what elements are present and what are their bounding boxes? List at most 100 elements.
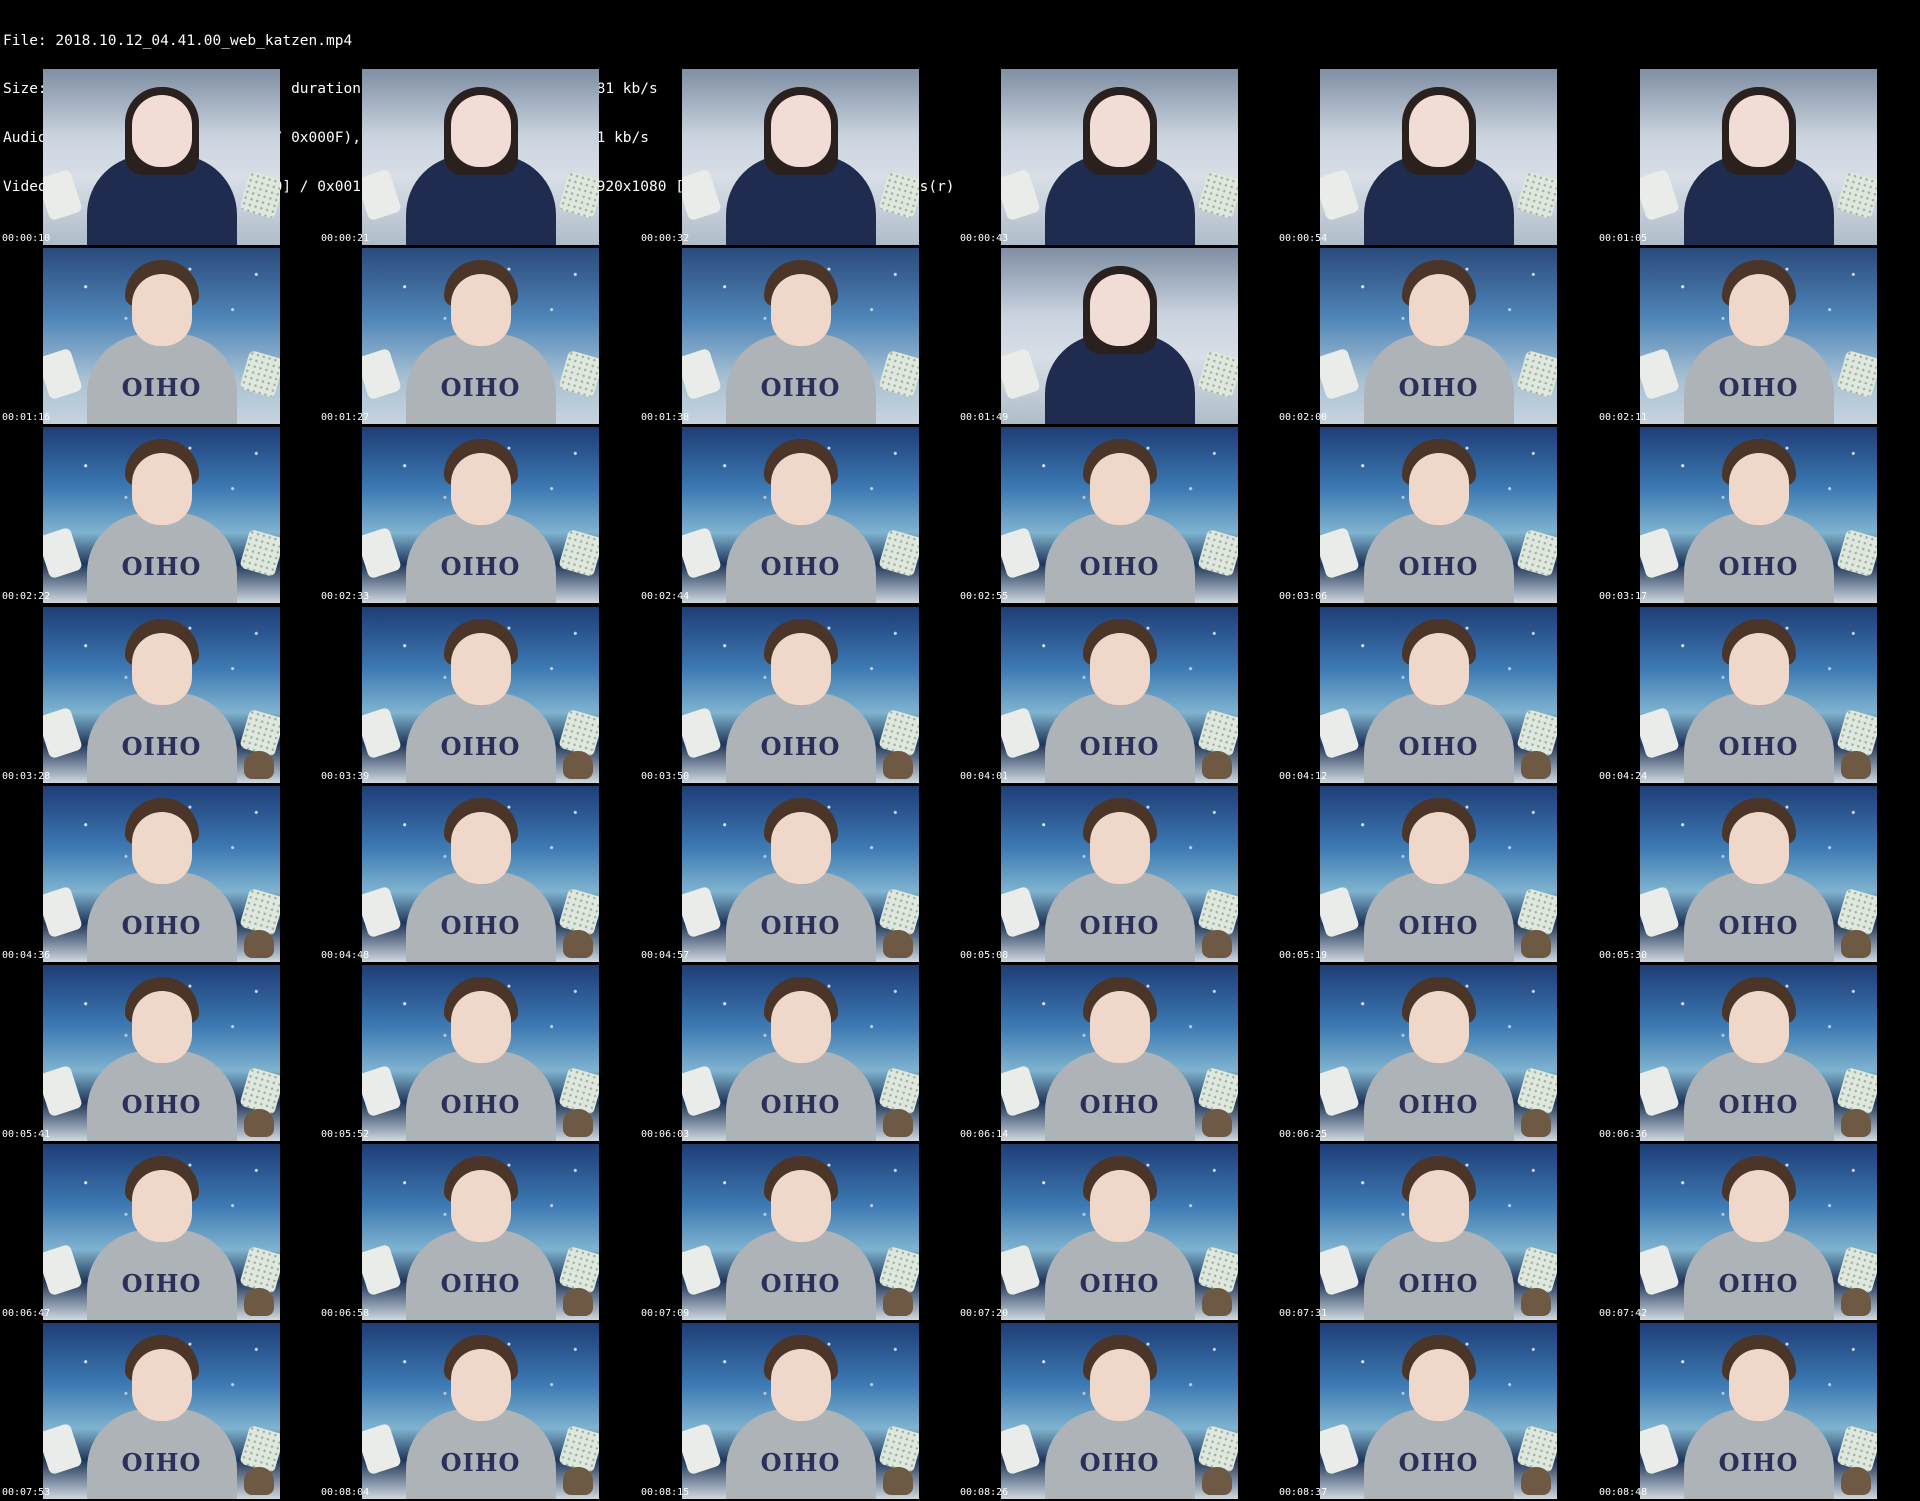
shirt-print: OIHO xyxy=(760,373,841,402)
video-frame[interactable]: OIHO xyxy=(1320,965,1557,1141)
thumbnail-cell[interactable]: OIHO 00:01:38 xyxy=(639,246,958,424)
video-frame[interactable]: OIHO xyxy=(1640,69,1877,245)
video-frame[interactable]: OIHO xyxy=(1320,69,1557,245)
thumbnail-cell[interactable]: OIHO 00:07:31 xyxy=(1277,1142,1596,1320)
thumbnail-cell[interactable]: OIHO 00:01:27 xyxy=(319,246,638,424)
video-frame[interactable]: OIHO xyxy=(1640,1323,1877,1499)
video-frame[interactable]: OIHO xyxy=(1001,248,1238,424)
video-frame[interactable]: OIHO xyxy=(1001,607,1238,783)
video-frame[interactable]: OIHO xyxy=(362,427,599,603)
person-figure: OIHO xyxy=(725,1150,876,1320)
video-frame[interactable]: OIHO xyxy=(682,1144,919,1320)
thumbnail-cell[interactable]: OIHO 00:00:32 xyxy=(639,67,958,245)
video-frame[interactable]: OIHO xyxy=(682,965,919,1141)
video-frame[interactable]: OIHO xyxy=(362,1323,599,1499)
thumbnail-cell[interactable]: OIHO 00:05:08 xyxy=(958,784,1277,962)
thumbnail-cell[interactable]: OIHO 00:03:28 xyxy=(0,605,319,783)
thumbnail-cell[interactable]: OIHO 00:00:21 xyxy=(319,67,638,245)
thumbnail-cell[interactable]: OIHO 00:01:49 xyxy=(958,246,1277,424)
thumbnail-cell[interactable]: OIHO 00:06:25 xyxy=(1277,963,1596,1141)
thumbnail-cell[interactable]: OIHO 00:06:03 xyxy=(639,963,958,1141)
video-frame[interactable]: OIHO xyxy=(682,248,919,424)
video-frame[interactable]: OIHO xyxy=(1640,427,1877,603)
video-frame[interactable]: OIHO xyxy=(1001,427,1238,603)
thumbnail-cell[interactable]: OIHO 00:03:39 xyxy=(319,605,638,783)
video-frame[interactable]: OIHO xyxy=(43,607,280,783)
video-frame[interactable]: OIHO xyxy=(1320,786,1557,962)
video-frame[interactable]: OIHO xyxy=(682,69,919,245)
thumbnail-cell[interactable]: OIHO 00:04:57 xyxy=(639,784,958,962)
thumbnail-cell[interactable]: OIHO 00:03:06 xyxy=(1277,425,1596,603)
thumbnail-cell[interactable]: OIHO 00:01:16 xyxy=(0,246,319,424)
video-frame[interactable]: OIHO xyxy=(1640,1144,1877,1320)
video-frame[interactable]: OIHO xyxy=(362,69,599,245)
video-frame[interactable]: OIHO xyxy=(362,248,599,424)
thumbnail-cell[interactable]: OIHO 00:02:22 xyxy=(0,425,319,603)
thumbnail-cell[interactable]: OIHO 00:07:09 xyxy=(639,1142,958,1320)
thumbnail-cell[interactable]: OIHO 00:04:36 xyxy=(0,784,319,962)
thumbnail-cell[interactable]: OIHO 00:04:01 xyxy=(958,605,1277,783)
video-frame[interactable]: OIHO xyxy=(43,786,280,962)
video-frame[interactable]: OIHO xyxy=(682,427,919,603)
video-frame[interactable]: OIHO xyxy=(362,965,599,1141)
thumbnail-cell[interactable]: OIHO 00:04:12 xyxy=(1277,605,1596,783)
thumbnail-cell[interactable]: OIHO 00:06:47 xyxy=(0,1142,319,1320)
thumbnail-cell[interactable]: OIHO 00:02:00 xyxy=(1277,246,1596,424)
thumbnail-cell[interactable]: OIHO 00:02:11 xyxy=(1597,246,1916,424)
thumbnail-cell[interactable]: OIHO 00:05:41 xyxy=(0,963,319,1141)
video-frame[interactable]: OIHO xyxy=(1640,786,1877,962)
thumbnail-cell[interactable]: OIHO 00:05:19 xyxy=(1277,784,1596,962)
thumbnail-cell[interactable]: OIHO 00:06:14 xyxy=(958,963,1277,1141)
video-frame[interactable]: OIHO xyxy=(362,1144,599,1320)
thumbnail-cell[interactable]: OIHO 00:08:04 xyxy=(319,1321,638,1499)
thumbnail-cell[interactable]: OIHO 00:07:42 xyxy=(1597,1142,1916,1320)
person-head xyxy=(1408,633,1469,705)
thumbnail-cell[interactable]: OIHO 00:00:54 xyxy=(1277,67,1596,245)
video-frame[interactable]: OIHO xyxy=(1320,1323,1557,1499)
video-frame[interactable]: OIHO xyxy=(43,69,280,245)
thumbnail-cell[interactable]: OIHO 00:03:50 xyxy=(639,605,958,783)
thumbnail-cell[interactable]: OIHO 00:00:10 xyxy=(0,67,319,245)
person-figure: OIHO xyxy=(1363,971,1514,1141)
thumbnail-cell[interactable]: OIHO 00:04:48 xyxy=(319,784,638,962)
thumbnail-cell[interactable]: OIHO 00:01:05 xyxy=(1597,67,1916,245)
thumbnail-cell[interactable]: OIHO 00:08:26 xyxy=(958,1321,1277,1499)
video-frame[interactable]: OIHO xyxy=(1640,607,1877,783)
video-frame[interactable]: OIHO xyxy=(43,427,280,603)
video-frame[interactable]: OIHO xyxy=(1320,248,1557,424)
thumbnail-cell[interactable]: OIHO 00:06:58 xyxy=(319,1142,638,1320)
thumbnail-cell[interactable]: OIHO 00:07:20 xyxy=(958,1142,1277,1320)
thumbnail-cell[interactable]: OIHO 00:03:17 xyxy=(1597,425,1916,603)
video-frame[interactable]: OIHO xyxy=(1320,427,1557,603)
video-frame[interactable]: OIHO xyxy=(43,1323,280,1499)
thumbnail-cell[interactable]: OIHO 00:08:37 xyxy=(1277,1321,1596,1499)
thumbnail-cell[interactable]: OIHO 00:02:33 xyxy=(319,425,638,603)
video-frame[interactable]: OIHO xyxy=(1001,1323,1238,1499)
video-frame[interactable]: OIHO xyxy=(1640,248,1877,424)
thumbnail-cell[interactable]: OIHO 00:07:53 xyxy=(0,1321,319,1499)
video-frame[interactable]: OIHO xyxy=(43,1144,280,1320)
video-frame[interactable]: OIHO xyxy=(43,965,280,1141)
video-frame[interactable]: OIHO xyxy=(1320,1144,1557,1320)
video-frame[interactable]: OIHO xyxy=(1320,607,1557,783)
thumbnail-cell[interactable]: OIHO 00:02:44 xyxy=(639,425,958,603)
video-frame[interactable]: OIHO xyxy=(1001,965,1238,1141)
video-frame[interactable]: OIHO xyxy=(682,607,919,783)
thumbnail-cell[interactable]: OIHO 00:05:52 xyxy=(319,963,638,1141)
video-frame[interactable]: OIHO xyxy=(1001,69,1238,245)
thumbnail-cell[interactable]: OIHO 00:00:43 xyxy=(958,67,1277,245)
thumbnail-cell[interactable]: OIHO 00:04:24 xyxy=(1597,605,1916,783)
thumbnail-cell[interactable]: OIHO 00:06:36 xyxy=(1597,963,1916,1141)
video-frame[interactable]: OIHO xyxy=(362,607,599,783)
thumbnail-cell[interactable]: OIHO 00:05:30 xyxy=(1597,784,1916,962)
video-frame[interactable]: OIHO xyxy=(362,786,599,962)
thumbnail-cell[interactable]: OIHO 00:08:48 xyxy=(1597,1321,1916,1499)
video-frame[interactable]: OIHO xyxy=(682,786,919,962)
thumbnail-cell[interactable]: OIHO 00:02:55 xyxy=(958,425,1277,603)
video-frame[interactable]: OIHO xyxy=(682,1323,919,1499)
video-frame[interactable]: OIHO xyxy=(1001,1144,1238,1320)
video-frame[interactable]: OIHO xyxy=(43,248,280,424)
video-frame[interactable]: OIHO xyxy=(1001,786,1238,962)
video-frame[interactable]: OIHO xyxy=(1640,965,1877,1141)
thumbnail-cell[interactable]: OIHO 00:08:15 xyxy=(639,1321,958,1499)
